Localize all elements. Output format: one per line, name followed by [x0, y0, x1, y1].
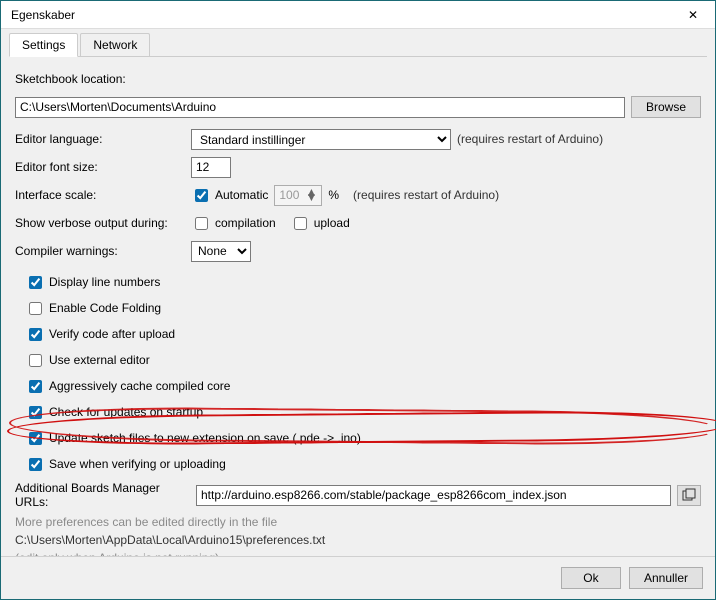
verify-after-upload-checkbox[interactable] — [29, 328, 42, 341]
sketchbook-location-input[interactable] — [15, 97, 625, 118]
check-updates-label: Check for updates on startup — [49, 405, 203, 419]
automatic-scale-checkbox[interactable] — [195, 189, 208, 202]
verify-after-upload-label: Verify code after upload — [49, 327, 175, 341]
display-line-numbers-wrap[interactable]: Display line numbers — [15, 271, 701, 293]
verbose-compilation-wrap[interactable]: compilation — [191, 212, 276, 234]
additional-urls-row: Additional Boards Manager URLs: — [15, 483, 701, 507]
update-sketch-ext-wrap[interactable]: Update sketch files to new extension on … — [15, 427, 701, 449]
display-line-numbers-label: Display line numbers — [49, 275, 160, 289]
editor-language-row: Editor language: Standard instillinger (… — [15, 127, 701, 151]
display-line-numbers-checkbox[interactable] — [29, 276, 42, 289]
update-sketch-ext-checkbox[interactable] — [29, 432, 42, 445]
font-size-input[interactable] — [191, 157, 231, 178]
close-icon: ✕ — [688, 8, 698, 22]
interface-scale-label: Interface scale: — [15, 188, 185, 202]
editor-language-label: Editor language: — [15, 132, 185, 146]
verbose-upload-wrap[interactable]: upload — [290, 212, 350, 234]
scale-percent-spinner[interactable]: 100 ▲▼ — [274, 185, 322, 206]
check-updates-checkbox[interactable] — [29, 406, 42, 419]
dialog-footer: Ok Annuller — [1, 556, 715, 599]
enable-code-folding-checkbox[interactable] — [29, 302, 42, 315]
editor-language-select[interactable]: Standard instillinger — [191, 129, 451, 150]
editor-language-hint: (requires restart of Arduino) — [457, 132, 603, 146]
close-button[interactable]: ✕ — [671, 1, 715, 29]
sketchbook-label: Sketchbook location: — [15, 72, 126, 86]
sketchbook-label-row: Sketchbook location: — [15, 67, 701, 91]
enable-code-folding-wrap[interactable]: Enable Code Folding — [15, 297, 701, 319]
verbose-compilation-checkbox[interactable] — [195, 217, 208, 230]
sketchbook-input-row: Browse — [15, 95, 701, 119]
compiler-warnings-row: Compiler warnings: None — [15, 239, 701, 263]
update-sketch-ext-label: Update sketch files to new extension on … — [49, 431, 361, 445]
interface-scale-row: Interface scale: Automatic 100 ▲▼ % (req… — [15, 183, 701, 207]
save-on-verify-checkbox[interactable] — [29, 458, 42, 471]
use-external-editor-wrap[interactable]: Use external editor — [15, 349, 701, 371]
enable-code-folding-label: Enable Code Folding — [49, 301, 161, 315]
verbose-upload-checkbox[interactable] — [294, 217, 307, 230]
compiler-warnings-label: Compiler warnings: — [15, 244, 185, 258]
font-size-row: Editor font size: — [15, 155, 701, 179]
compiler-warnings-select[interactable]: None — [191, 241, 251, 262]
verify-after-upload-wrap[interactable]: Verify code after upload — [15, 323, 701, 345]
window-title: Egenskaber — [11, 8, 75, 22]
tab-network[interactable]: Network — [80, 33, 150, 56]
interface-scale-hint: (requires restart of Arduino) — [353, 188, 499, 202]
save-on-verify-wrap[interactable]: Save when verifying or uploading — [15, 453, 701, 475]
automatic-scale-checkbox-wrap[interactable]: Automatic — [191, 184, 268, 206]
check-updates-wrap[interactable]: Check for updates on startup — [15, 401, 701, 423]
window-icon — [682, 488, 696, 502]
additional-urls-input[interactable] — [196, 485, 671, 506]
browse-button[interactable]: Browse — [631, 96, 701, 118]
verbose-upload-label: upload — [314, 216, 350, 230]
more-prefs-path: C:\Users\Morten\AppData\Local\Arduino15\… — [15, 533, 701, 547]
font-size-label: Editor font size: — [15, 160, 185, 174]
save-on-verify-label: Save when verifying or uploading — [49, 457, 226, 471]
more-prefs-line1: More preferences can be edited directly … — [15, 515, 701, 529]
titlebar: Egenskaber ✕ — [1, 1, 715, 29]
ok-button[interactable]: Ok — [561, 567, 621, 589]
aggressively-cache-checkbox[interactable] — [29, 380, 42, 393]
use-external-editor-label: Use external editor — [49, 353, 150, 367]
scale-percent-value: 100 — [279, 188, 299, 202]
aggressively-cache-wrap[interactable]: Aggressively cache compiled core — [15, 375, 701, 397]
preferences-window: Egenskaber ✕ Settings Network Sketchbook… — [0, 0, 716, 600]
additional-urls-label: Additional Boards Manager URLs: — [15, 481, 190, 509]
percent-sign: % — [328, 188, 339, 202]
verbose-compilation-label: compilation — [215, 216, 276, 230]
automatic-scale-label: Automatic — [215, 188, 268, 202]
additional-urls-expand-button[interactable] — [677, 485, 701, 506]
spinner-arrows-icon: ▲▼ — [305, 190, 317, 200]
cancel-button[interactable]: Annuller — [629, 567, 703, 589]
tab-strip: Settings Network — [9, 33, 707, 57]
use-external-editor-checkbox[interactable] — [29, 354, 42, 367]
aggressively-cache-label: Aggressively cache compiled core — [49, 379, 230, 393]
settings-panel: Sketchbook location: Browse Editor langu… — [1, 57, 715, 556]
tab-settings[interactable]: Settings — [9, 33, 78, 57]
verbose-label: Show verbose output during: — [15, 216, 185, 230]
verbose-row: Show verbose output during: compilation … — [15, 211, 701, 235]
